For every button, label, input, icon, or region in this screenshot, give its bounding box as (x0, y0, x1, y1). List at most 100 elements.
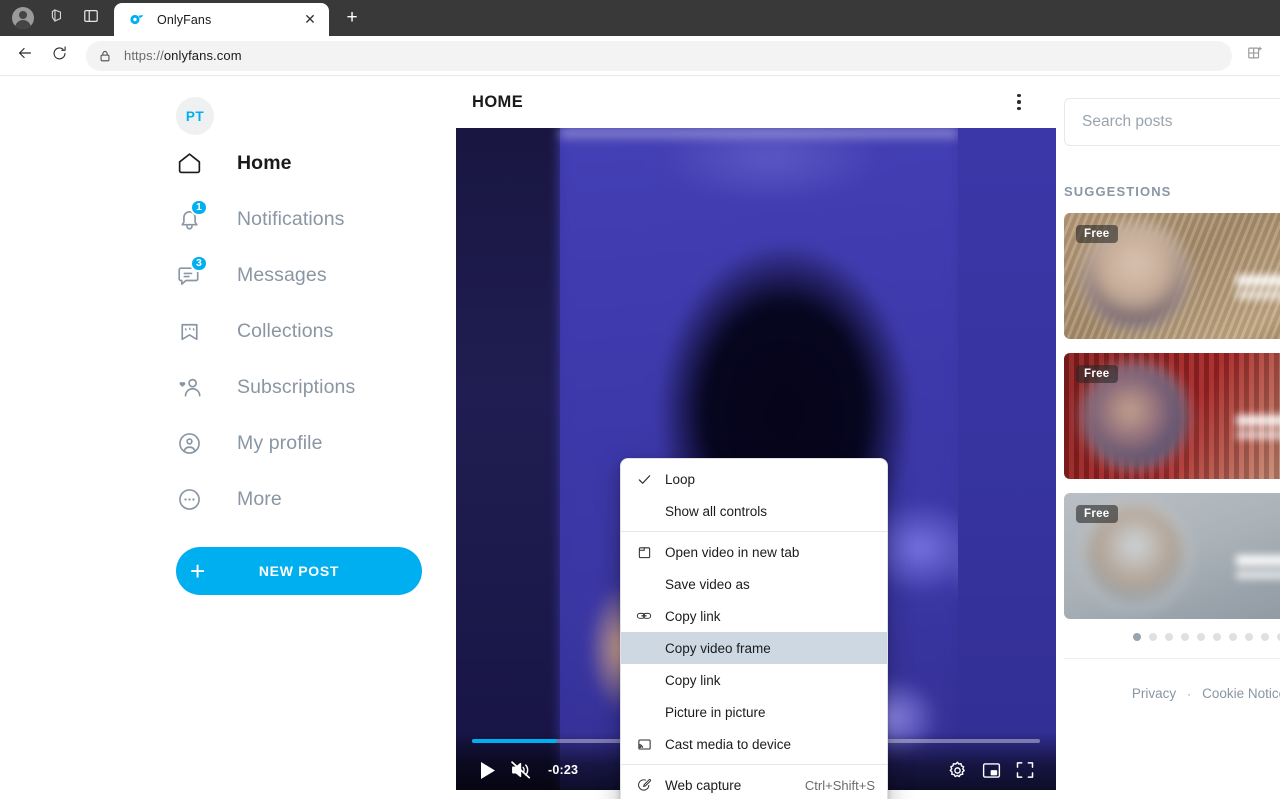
tab-close-icon[interactable]: ✕ (299, 9, 321, 31)
menu-item-label: Cast media to device (665, 736, 792, 752)
sidebar-item-my-profile[interactable]: My profile (176, 415, 456, 471)
plus-icon: + (190, 556, 206, 586)
sidebar-item-subscriptions[interactable]: Subscriptions (176, 359, 456, 415)
suggestion-card[interactable]: Free (1064, 493, 1280, 619)
pager-dot[interactable] (1245, 633, 1253, 641)
web-capture-icon (631, 777, 657, 793)
video-progress-fill (472, 739, 558, 743)
checkmark-icon (631, 472, 657, 487)
menu-item-label: Copy link (665, 608, 721, 624)
sidebar-item-more[interactable]: More (176, 471, 456, 527)
search-posts-box[interactable] (1064, 98, 1280, 146)
link-icon (631, 608, 657, 624)
video-context-menu[interactable]: Loop Show all controls Open video in new t… (620, 458, 888, 799)
pager-dot[interactable] (1165, 633, 1173, 641)
kebab-menu-icon[interactable] (1004, 87, 1034, 117)
menu-item-label: Web capture (665, 777, 742, 793)
pager-dot[interactable] (1133, 633, 1141, 641)
menu-item-copy-video-frame[interactable]: Copy video frame (621, 632, 887, 664)
menu-separator (621, 531, 887, 532)
home-icon (176, 150, 216, 177)
pager-dot[interactable] (1261, 633, 1269, 641)
suggestion-card[interactable]: Free (1064, 353, 1280, 479)
browser-essentials-button[interactable] (74, 3, 108, 33)
footer-links: Privacy · Cookie Notice (1064, 686, 1280, 701)
menu-item-copy-link[interactable]: Copy link (621, 600, 887, 632)
new-post-button[interactable]: + NEW POST (176, 547, 422, 595)
notifications-badge: 1 (190, 198, 208, 216)
tab-strip: OnlyFans ✕ + (0, 0, 1280, 36)
sidebar-item-label: Notifications (237, 207, 345, 230)
video-frame-top-highlight (560, 128, 958, 138)
menu-separator (621, 764, 887, 765)
volume-muted-icon[interactable] (504, 753, 538, 787)
menu-item-picture-in-picture[interactable]: Picture in picture (621, 696, 887, 728)
tab-title: OnlyFans (157, 12, 212, 27)
profile-avatar-button[interactable] (6, 3, 40, 33)
sidebar-item-collections[interactable]: Collections (176, 303, 456, 359)
new-tab-button[interactable]: + (337, 4, 367, 32)
menu-item-shortcut: Ctrl+Shift+S (804, 777, 875, 793)
menu-item-label: Picture in picture (665, 704, 766, 720)
menu-item-cast-media-to-device[interactable]: Cast media to device (621, 728, 887, 760)
menu-item-web-capture[interactable]: Web capture Ctrl+Shift+S (621, 769, 887, 799)
settings-gear-icon[interactable] (940, 753, 974, 787)
picture-in-picture-icon[interactable] (974, 753, 1008, 787)
search-input[interactable] (1082, 113, 1280, 131)
video-letterbox-left (456, 128, 560, 790)
browser-tab-onlyfans[interactable]: OnlyFans ✕ (114, 3, 329, 36)
menu-item-label: Open video in new tab (665, 544, 800, 560)
back-button[interactable] (8, 41, 42, 71)
sidebar-item-label: Collections (237, 319, 334, 342)
ellipsis-circle-icon (176, 486, 216, 513)
sidebar-item-notifications[interactable]: 1 Notifications (176, 191, 456, 247)
site-info-lock-icon[interactable] (98, 49, 112, 63)
fullscreen-icon[interactable] (1008, 753, 1042, 787)
sidebar-item-messages[interactable]: 3 Messages (176, 247, 456, 303)
play-icon[interactable] (470, 753, 504, 787)
suggestion-name-blurred (1236, 555, 1280, 579)
profile-avatar-icon (12, 7, 34, 29)
address-bar[interactable]: https://onlyfans.com (86, 40, 1232, 71)
suggestions-pager[interactable] (1064, 633, 1280, 641)
privacy-link[interactable]: Privacy (1132, 686, 1176, 701)
divider (1064, 658, 1280, 659)
free-badge: Free (1076, 365, 1118, 383)
suggestion-card[interactable]: Free (1064, 213, 1280, 339)
left-sidebar: PT Home 1 Notifications 3 Messages Colle… (0, 76, 456, 799)
pager-dot[interactable] (1181, 633, 1189, 641)
menu-item-save-video-as[interactable]: Save video as (621, 568, 887, 600)
menu-item-show-all-controls[interactable]: Show all controls (621, 495, 887, 527)
menu-item-label: Show all controls (665, 503, 768, 519)
new-tab-icon (631, 545, 657, 560)
split-screen-button[interactable] (1238, 41, 1272, 71)
pager-dot[interactable] (1213, 633, 1221, 641)
suggestion-name-blurred (1236, 415, 1280, 439)
user-initials-avatar[interactable]: PT (176, 97, 214, 135)
reload-icon (51, 45, 68, 67)
browser-chrome: OnlyFans ✕ + https://onlyfans.com (0, 0, 1280, 76)
menu-item-label: Save video as (665, 576, 750, 592)
cookie-notice-link[interactable]: Cookie Notice (1202, 686, 1280, 701)
menu-item-loop[interactable]: Loop (621, 463, 887, 495)
page-content: PT Home 1 Notifications 3 Messages Colle… (0, 76, 1280, 799)
workspaces-icon (49, 7, 66, 29)
menu-item-label: Copy link (665, 672, 721, 688)
menu-item-copy-link[interactable]: Copy link (621, 664, 887, 696)
back-arrow-icon (16, 44, 34, 67)
workspaces-button[interactable] (40, 3, 74, 33)
sidebar-item-home[interactable]: Home (176, 135, 456, 191)
footer-separator: · (1187, 686, 1192, 701)
pager-dot[interactable] (1149, 633, 1157, 641)
reload-button[interactable] (42, 41, 76, 71)
suggestions-heading: SUGGESTIONS (1064, 184, 1172, 199)
sidebar-item-label: Messages (237, 263, 327, 286)
menu-item-open-video-in-new-tab[interactable]: Open video in new tab (621, 536, 887, 568)
video-time-remaining: -0:23 (548, 763, 579, 777)
pager-dot[interactable] (1229, 633, 1237, 641)
pager-dot[interactable] (1197, 633, 1205, 641)
right-sidebar: SUGGESTIONS Free Free Free Privacy · Coo… (1056, 76, 1280, 799)
sidebar-item-label: Home (237, 151, 292, 174)
messages-badge: 3 (190, 254, 208, 272)
free-badge: Free (1076, 225, 1118, 243)
